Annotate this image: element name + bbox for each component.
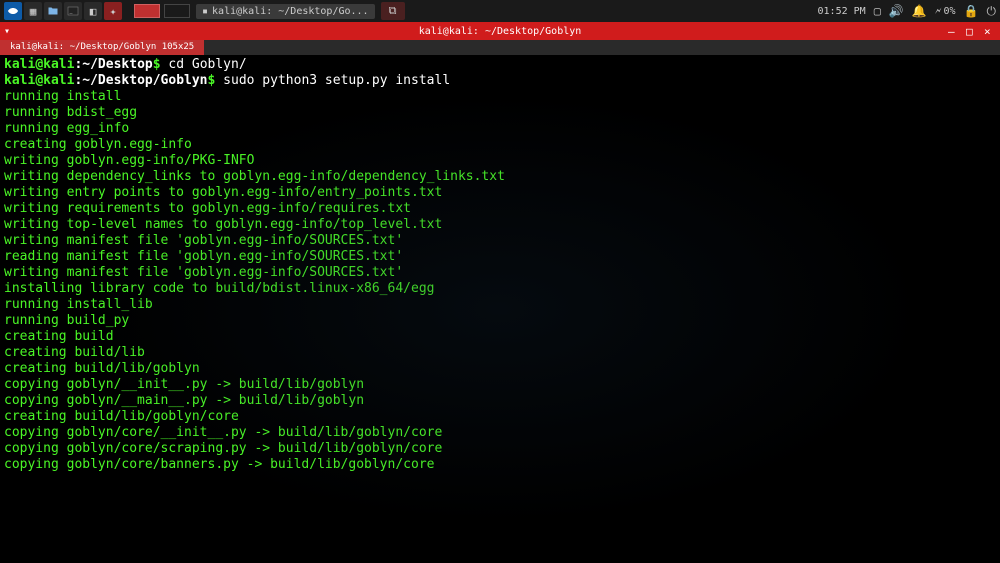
taskbar-app-label: kali@kali: ~/Desktop/Go... (212, 6, 369, 17)
taskbar-app-terminal[interactable]: ▪ kali@kali: ~/Desktop/Go... (196, 4, 375, 19)
taskbar-app-other[interactable]: ⧉ (381, 2, 405, 20)
output-line: writing manifest file 'goblyn.egg-info/S… (4, 265, 996, 281)
output-line: copying goblyn/core/__init__.py -> build… (4, 425, 996, 441)
terminal-output: running installrunning bdist_eggrunning … (4, 89, 996, 473)
output-line: writing top-level names to goblyn.egg-in… (4, 217, 996, 233)
workspace-1[interactable] (134, 4, 160, 18)
output-line: reading manifest file 'goblyn.egg-info/S… (4, 249, 996, 265)
dollar-glyph: $ (153, 57, 169, 72)
prompt-line-1: kali@kali:~/Desktop/Goblyn$ sudo python3… (4, 73, 996, 89)
screen-icon[interactable]: ▢ (874, 4, 881, 18)
clock[interactable]: 01:52 PM (818, 6, 866, 17)
lock-icon[interactable]: 🔒 (964, 4, 979, 18)
kali-menu-icon[interactable] (4, 2, 22, 20)
terminal-tabbar: kali@kali: ~/Desktop/Goblyn 105x25 (0, 40, 1000, 55)
prompt-line-0: kali@kali:~/Desktop$ cd Goblyn/ (4, 57, 996, 73)
output-line: copying goblyn/__main__.py -> build/lib/… (4, 393, 996, 409)
output-line: writing entry points to goblyn.egg-info/… (4, 185, 996, 201)
output-line: running build_py (4, 313, 996, 329)
prompt-cmd: sudo python3 setup.py install (223, 73, 450, 88)
output-line: creating build (4, 329, 996, 345)
notification-icon[interactable]: 🔔 (912, 4, 927, 18)
prompt-user: kali (4, 73, 35, 88)
window-title: kali@kali: ~/Desktop/Goblyn (419, 26, 582, 37)
output-line: running egg_info (4, 121, 996, 137)
output-line: copying goblyn/core/scraping.py -> build… (4, 441, 996, 457)
taskbar-right: 01:52 PM ▢ 🔊 🔔 🗲 0% 🔒 ⏻ (818, 4, 996, 19)
dollar-glyph: $ (208, 73, 224, 88)
output-line: copying goblyn/core/banners.py -> build/… (4, 457, 996, 473)
workspace-2[interactable] (164, 4, 190, 18)
prompt-path: ~/Desktop (82, 57, 152, 72)
prompt-host: kali (43, 57, 74, 72)
output-line: running install_lib (4, 297, 996, 313)
taskbar: ▦ _ ◧ ✦ ▪ kali@kali: ~/Desktop/Go... ⧉ 0… (0, 0, 1000, 22)
app-icon-2[interactable]: ◧ (84, 2, 102, 20)
prompt-user: kali (4, 57, 35, 72)
app-icon-3[interactable]: ✦ (104, 2, 122, 20)
at-glyph: @ (35, 73, 43, 88)
minimize-button[interactable]: – (948, 25, 960, 37)
window-controls: – □ × (948, 25, 996, 37)
close-button[interactable]: × (984, 25, 996, 37)
output-line: creating build/lib (4, 345, 996, 361)
output-line: writing manifest file 'goblyn.egg-info/S… (4, 233, 996, 249)
prompt-path: ~/Desktop/Goblyn (82, 73, 207, 88)
output-line: copying goblyn/__init__.py -> build/lib/… (4, 377, 996, 393)
window-titlebar[interactable]: ▾ kali@kali: ~/Desktop/Goblyn – □ × (0, 22, 1000, 40)
output-line: writing requirements to goblyn.egg-info/… (4, 201, 996, 217)
output-line: creating build/lib/goblyn (4, 361, 996, 377)
app-icon-1[interactable]: ▦ (24, 2, 42, 20)
output-line: installing library code to build/bdist.l… (4, 281, 996, 297)
output-line: creating build/lib/goblyn/core (4, 409, 996, 425)
workspace-switcher (134, 4, 190, 18)
output-line: creating goblyn.egg-info (4, 137, 996, 153)
output-line: writing dependency_links to goblyn.egg-i… (4, 169, 996, 185)
prompt-cmd: cd Goblyn/ (168, 57, 246, 72)
battery-percent: 0% (944, 6, 956, 17)
terminal-icon[interactable]: _ (64, 2, 82, 20)
power-icon[interactable]: ⏻ (987, 4, 997, 19)
battery-indicator[interactable]: 🗲 0% (935, 6, 956, 17)
titlebar-menu-icon[interactable]: ▾ (4, 26, 10, 37)
output-line: running bdist_egg (4, 105, 996, 121)
output-line: running install (4, 89, 996, 105)
terminal-tab[interactable]: kali@kali: ~/Desktop/Goblyn 105x25 (0, 40, 204, 55)
files-icon[interactable] (44, 2, 62, 20)
terminal-body[interactable]: kali@kali:~/Desktop$ cd Goblyn/kali@kali… (0, 55, 1000, 563)
terminal-small-icon: ▪ (202, 6, 208, 17)
maximize-button[interactable]: □ (966, 25, 978, 37)
volume-icon[interactable]: 🔊 (889, 4, 904, 18)
prompt-host: kali (43, 73, 74, 88)
output-line: writing goblyn.egg-info/PKG-INFO (4, 153, 996, 169)
at-glyph: @ (35, 57, 43, 72)
taskbar-left: ▦ _ ◧ ✦ ▪ kali@kali: ~/Desktop/Go... ⧉ (4, 2, 405, 20)
battery-icon: 🗲 (935, 6, 942, 17)
